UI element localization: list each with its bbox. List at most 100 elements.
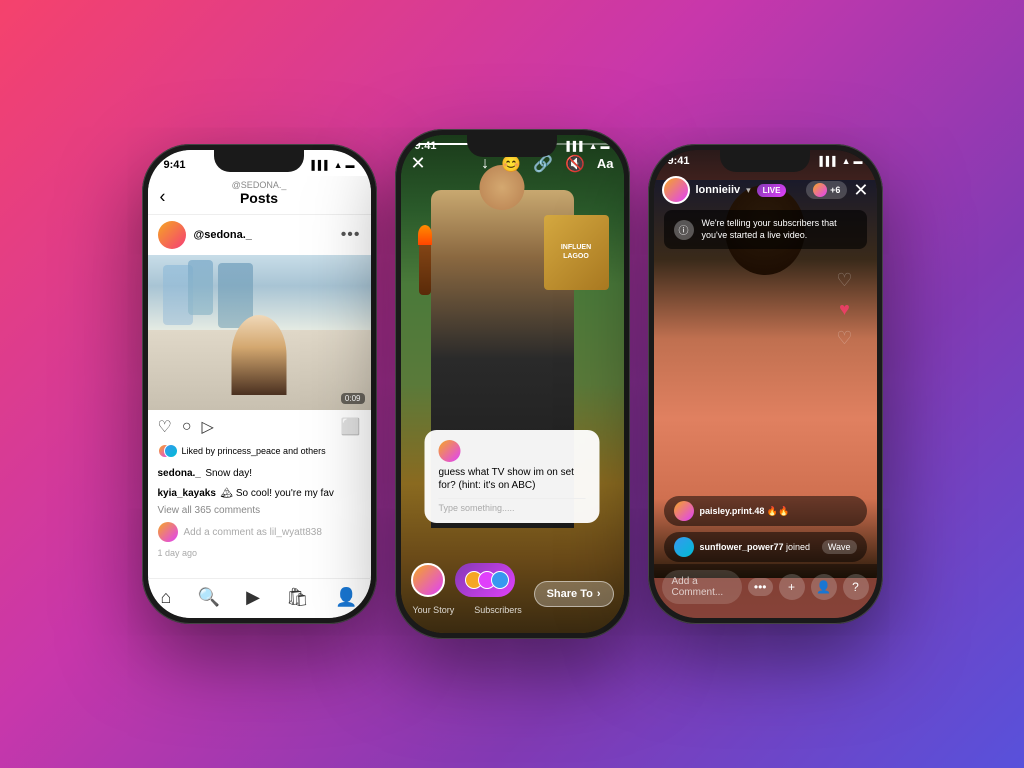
live-top-bar: lonnieiiv ▾ LIVE +6 ✕ bbox=[654, 172, 877, 208]
mute-icon[interactable]: 🔇 bbox=[565, 154, 585, 174]
post-caption: sedona._ Snow day! bbox=[158, 463, 361, 481]
story-close-icon[interactable]: ✕ bbox=[411, 153, 426, 174]
nav-reels-icon[interactable]: ▶ bbox=[246, 587, 260, 608]
more-options-button[interactable]: ••• bbox=[341, 226, 361, 244]
sub-avatar-3 bbox=[491, 571, 509, 589]
share-icon[interactable]: ▷ bbox=[202, 417, 214, 437]
profile-left: @sedona._ bbox=[158, 221, 252, 249]
add-person-icon[interactable]: 👤 bbox=[811, 574, 837, 600]
heart-icon-3: ♡ bbox=[836, 328, 852, 349]
story-question-text: guess what TV show im on set for? (hint:… bbox=[439, 466, 586, 492]
live-comment-1: paisley.print.48 🔥🔥 bbox=[664, 496, 867, 526]
profile-avatar[interactable] bbox=[158, 221, 186, 249]
comment1-content: 🔥🔥 bbox=[767, 506, 789, 516]
save-icon[interactable]: ⬜ bbox=[341, 417, 361, 437]
story-wifi: ▲ bbox=[589, 141, 598, 151]
bottom-nav: ⌂ 🔍 ▶ 🛍 👤 bbox=[148, 578, 371, 618]
live-dropdown-icon[interactable]: ▾ bbox=[746, 185, 751, 196]
viewer-avatar bbox=[813, 183, 827, 197]
likes-info: Liked by princess_peace and others bbox=[158, 444, 361, 458]
live-status-bar: 9:41 ▌▌▌ ▲ ▬ bbox=[654, 150, 877, 167]
username-top: @SEDONA._ bbox=[164, 180, 355, 190]
story-answer-input[interactable]: Type something..... bbox=[439, 498, 586, 513]
caption-text: Snow day! bbox=[205, 468, 252, 479]
comment-input[interactable]: Add a comment as lil_wyatt838 bbox=[184, 527, 322, 538]
nav-profile-icon[interactable]: 👤 bbox=[335, 587, 357, 608]
live-wifi: ▲ bbox=[842, 156, 851, 166]
text-icon[interactable]: Aa bbox=[597, 156, 614, 171]
comment1-text: paisley.print.48 🔥🔥 bbox=[700, 506, 857, 517]
share-to-button[interactable]: Share To › bbox=[534, 581, 614, 607]
heart-icon-2: ♥ bbox=[839, 299, 850, 320]
wifi-icon: ▲ bbox=[334, 160, 343, 170]
add-guest-icon[interactable]: + bbox=[779, 574, 805, 600]
signal-icon: ▌▌▌ bbox=[311, 160, 330, 170]
story-status-time: 9:41 bbox=[415, 140, 437, 152]
live-comment-2: sunflower_power77 joined Wave bbox=[664, 532, 867, 562]
post-timestamp: 1 day ago bbox=[148, 546, 371, 560]
your-story-label: Your Story bbox=[413, 605, 455, 615]
live-top-right: +6 ✕ bbox=[806, 180, 868, 201]
live-bottom-bar: Add a Comment... ••• + 👤 ? bbox=[654, 564, 877, 618]
post-duration: 0:09 bbox=[341, 393, 365, 404]
phone-center: INFLUENLAGOO bbox=[395, 129, 630, 639]
back-button[interactable]: ‹ bbox=[160, 187, 166, 208]
comment1-username[interactable]: paisley.print.48 bbox=[700, 506, 765, 516]
story-question-avatar bbox=[439, 440, 461, 462]
user-avatar-comment bbox=[158, 522, 178, 542]
phone-left-inner: 9:41 ▌▌▌ ▲ ▬ ‹ @SEDONA._ Posts bbox=[148, 150, 371, 618]
subscribers-label: Subscribers bbox=[474, 605, 522, 615]
caption-username[interactable]: sedona._ bbox=[158, 468, 201, 479]
story-subscribers-icon[interactable] bbox=[455, 563, 515, 597]
comment-text: 🏔 So cool! you're my fav bbox=[220, 488, 334, 499]
phones-container: 9:41 ▌▌▌ ▲ ▬ ‹ @SEDONA._ Posts bbox=[122, 109, 903, 659]
more-options-live[interactable]: ••• bbox=[748, 578, 773, 596]
person-silhouette bbox=[232, 315, 287, 395]
phone1-header: ‹ @SEDONA._ Posts bbox=[148, 176, 371, 215]
status-icons-phone1: ▌▌▌ ▲ ▬ bbox=[311, 160, 354, 170]
nav-home-icon[interactable]: ⌂ bbox=[161, 587, 172, 608]
story-your-story-icon[interactable] bbox=[411, 563, 445, 597]
tree2 bbox=[188, 260, 213, 315]
live-comment-input[interactable]: Add a Comment... bbox=[662, 570, 742, 604]
flame-left bbox=[418, 225, 432, 245]
battery-icon: ▬ bbox=[346, 160, 355, 170]
posts-title: Posts bbox=[164, 190, 355, 206]
story-bottom: Your Story Subscribers Share To › bbox=[401, 555, 624, 633]
notch-left bbox=[214, 150, 304, 172]
comment-icon[interactable]: ○ bbox=[182, 418, 192, 436]
caption-row: sedona._ Snow day! kyia_kayaks 🏔 So cool… bbox=[148, 461, 371, 503]
post-image: 0:09 bbox=[148, 255, 371, 410]
view-comments-link[interactable]: View all 365 comments bbox=[148, 503, 371, 518]
story-status-bar: 9:41 ▌▌▌ ▲ ▬ bbox=[401, 135, 624, 152]
profile-row: @sedona._ ••• bbox=[148, 215, 371, 255]
live-comments-area: paisley.print.48 🔥🔥 sunflower_power77 jo… bbox=[654, 496, 877, 568]
like-icon[interactable]: ♡ bbox=[158, 417, 172, 437]
phone-right: 9:41 ▌▌▌ ▲ ▬ lonnieiiv ▾ LIVE bbox=[648, 144, 883, 624]
share-to-label: Share To bbox=[547, 588, 593, 600]
story-signal: ▌▌▌ bbox=[566, 141, 585, 151]
profile-name[interactable]: @sedona._ bbox=[194, 229, 252, 241]
live-close-icon[interactable]: ✕ bbox=[853, 180, 868, 201]
comment2-avatar bbox=[674, 537, 694, 557]
nav-shop-icon[interactable]: 🛍 bbox=[286, 587, 309, 608]
story-battery: ▬ bbox=[601, 141, 610, 151]
notification-text: We're telling your subscribers that you'… bbox=[702, 218, 857, 241]
story-status-icons: ▌▌▌ ▲ ▬ bbox=[566, 141, 609, 151]
phone-left: 9:41 ▌▌▌ ▲ ▬ ‹ @SEDONA._ Posts bbox=[142, 144, 377, 624]
comment-username[interactable]: kyia_kayaks bbox=[158, 488, 216, 499]
nav-search-icon[interactable]: 🔍 bbox=[198, 587, 220, 608]
comment2-text: sunflower_power77 joined bbox=[700, 542, 816, 552]
snow-scene bbox=[148, 255, 371, 410]
live-username[interactable]: lonnieiiv bbox=[696, 184, 741, 196]
wave-button[interactable]: Wave bbox=[822, 540, 857, 554]
comment2-username[interactable]: sunflower_power77 bbox=[700, 542, 784, 552]
heart-icon-1: ♡ bbox=[836, 270, 852, 291]
comment-row: kyia_kayaks 🏔 So cool! you're my fav bbox=[158, 483, 361, 501]
phone-center-inner: INFLUENLAGOO bbox=[401, 135, 624, 633]
question-icon[interactable]: ? bbox=[843, 574, 869, 600]
likes-text: Liked by princess_peace and others bbox=[182, 446, 326, 456]
download-icon[interactable]: ↓ bbox=[481, 155, 489, 173]
live-avatar[interactable] bbox=[662, 176, 690, 204]
subscribers-avatars bbox=[465, 571, 504, 589]
